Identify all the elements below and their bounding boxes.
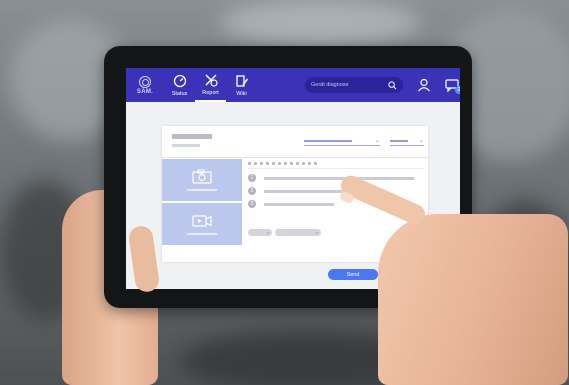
search-input[interactable]: Gerät diagnose	[311, 82, 388, 88]
nav-label-report: Report	[202, 89, 219, 96]
add-video-tile[interactable]	[162, 203, 242, 245]
list-item: 2	[248, 187, 424, 195]
format-button[interactable]	[308, 162, 311, 165]
list-item: 1	[248, 174, 424, 182]
messages-button[interactable]: 2	[445, 78, 460, 94]
text-line-placeholder	[264, 176, 414, 180]
report-card-header: ⌄ ⌄	[162, 126, 428, 158]
machine-select[interactable]: ⌄	[304, 136, 380, 146]
format-button[interactable]	[260, 162, 263, 165]
nav-label-status: Status	[171, 90, 188, 97]
messages-badge: 2	[455, 86, 460, 94]
editor-toolbar	[248, 159, 424, 169]
format-button[interactable]	[296, 162, 299, 165]
format-button[interactable]	[284, 162, 287, 165]
report-title-placeholder	[172, 134, 212, 139]
send-button[interactable]: Send	[328, 269, 378, 280]
report-tools-icon	[205, 74, 218, 87]
format-button[interactable]	[314, 162, 317, 165]
format-button[interactable]	[278, 162, 281, 165]
nav-item-wiki[interactable]: Wiki	[226, 68, 257, 102]
nav-item-report[interactable]: Report	[195, 68, 226, 102]
tag-chips: × ×	[248, 229, 321, 236]
format-button[interactable]	[290, 162, 293, 165]
text-line-placeholder	[264, 202, 334, 206]
logo-icon	[139, 75, 151, 88]
sam-logo[interactable]: SAM.	[126, 75, 164, 95]
report-subtitle-placeholder	[172, 144, 200, 147]
gauge-icon	[173, 74, 186, 87]
format-button[interactable]	[272, 162, 275, 165]
nav-label-wiki: Wiki	[236, 90, 247, 97]
chevron-down-icon: ⌄	[374, 138, 380, 144]
video-camera-icon	[192, 215, 212, 227]
format-button[interactable]	[248, 162, 251, 165]
app-header: SAM. Status Report Wiki Gerät diagnose 2	[126, 68, 460, 102]
category-select[interactable]: ⌄	[390, 136, 424, 146]
main-nav: Status Report Wiki	[164, 68, 257, 102]
tag-chip[interactable]: ×	[248, 229, 272, 236]
right-hand	[378, 214, 568, 385]
chevron-down-icon: ⌄	[418, 138, 424, 144]
search-icon[interactable]	[388, 80, 397, 90]
media-panel	[162, 159, 242, 262]
search-bar[interactable]: Gerät diagnose	[305, 77, 403, 93]
camera-icon	[192, 169, 212, 184]
format-button[interactable]	[302, 162, 305, 165]
nav-item-status[interactable]: Status	[164, 68, 195, 102]
line-number: 3	[248, 200, 256, 208]
tag-chip[interactable]: ×	[275, 229, 321, 236]
line-number: 1	[248, 174, 256, 182]
format-button[interactable]	[266, 162, 269, 165]
add-video-caption	[187, 233, 217, 235]
add-photo-caption	[187, 189, 217, 191]
line-number: 2	[248, 187, 256, 195]
user-icon	[418, 78, 430, 92]
wiki-book-icon	[235, 74, 248, 87]
format-button[interactable]	[254, 162, 257, 165]
add-photo-tile[interactable]	[162, 159, 242, 201]
user-button[interactable]	[417, 78, 431, 92]
